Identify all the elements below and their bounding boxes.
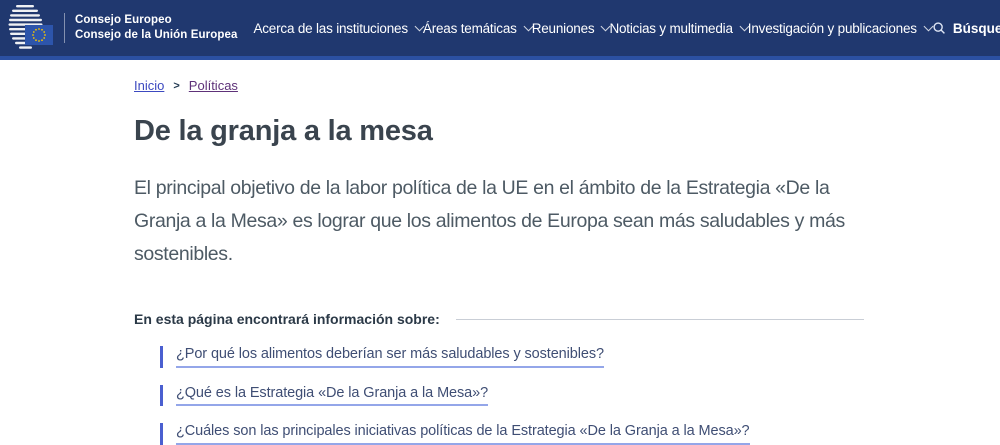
nav-item-label: Áreas temáticas: [423, 21, 517, 36]
eu-flag-icon: [25, 25, 53, 45]
site-title: Consejo Europeo Consejo de la Unión Euro…: [75, 13, 237, 43]
anchor-link-what-is-strategy[interactable]: ¿Qué es la Estrategia «De la Granja a la…: [176, 386, 488, 407]
nav-item-label: Investigación y publicaciones: [748, 21, 917, 36]
breadcrumb-policies-link[interactable]: Políticas: [189, 78, 238, 93]
breadcrumb: Inicio > Políticas: [134, 78, 864, 93]
horizontal-rule: [456, 319, 864, 320]
search-icon: [932, 21, 946, 35]
breadcrumb-separator: >: [173, 80, 179, 92]
nav-item-meetings[interactable]: Reuniones: [532, 21, 610, 36]
page-title: De la granja a la mesa: [134, 115, 864, 148]
breadcrumb-home-link[interactable]: Inicio: [134, 78, 164, 93]
council-logo-link[interactable]: Consejo Europeo Consejo de la Unión Euro…: [8, 4, 237, 52]
nav-item-research-publications[interactable]: Investigación y publicaciones: [748, 21, 932, 36]
council-logo: [8, 4, 54, 52]
top-navigation-bar: Consejo Europeo Consejo de la Unión Euro…: [0, 0, 1000, 60]
site-title-line1: Consejo Europeo: [75, 13, 237, 28]
anchor-link-why-healthier-sustainable[interactable]: ¿Por qué los alimentos deberían ser más …: [176, 347, 604, 368]
on-this-page-label: En esta página encontrará información so…: [134, 311, 440, 327]
anchor-item: ¿Cuáles son las principales iniciativas …: [160, 423, 864, 445]
main-nav: Acerca de las instituciones Áreas temáti…: [237, 21, 1000, 36]
nav-item-news-multimedia[interactable]: Noticias y multimedia: [609, 21, 747, 36]
nav-item-label: Reuniones: [532, 21, 595, 36]
nav-item-label: Noticias y multimedia: [609, 21, 732, 36]
page-content: Inicio > Políticas De la granja a la mes…: [0, 78, 1000, 445]
nav-item-institutions[interactable]: Acerca de las instituciones: [253, 21, 422, 36]
anchor-item: ¿Qué es la Estrategia «De la Granja a la…: [160, 385, 864, 407]
search-label: Búsqueda: [953, 21, 1000, 36]
on-page-anchor-links: ¿Por qué los alimentos deberían ser más …: [160, 346, 864, 445]
nav-item-label: Acerca de las instituciones: [253, 21, 407, 36]
anchor-item: ¿Por qué los alimentos deberían ser más …: [160, 346, 864, 368]
on-this-page-section: En esta página encontrará información so…: [134, 311, 864, 327]
logo-divider: [64, 13, 65, 43]
search-button[interactable]: Búsqueda: [932, 21, 1000, 36]
anchor-link-main-policy-initiatives[interactable]: ¿Cuáles son las principales iniciativas …: [176, 424, 750, 445]
site-title-line2: Consejo de la Unión Europea: [75, 28, 237, 43]
lead-paragraph: El principal objetivo de la labor políti…: [134, 172, 864, 271]
nav-item-topics[interactable]: Áreas temáticas: [423, 21, 532, 36]
